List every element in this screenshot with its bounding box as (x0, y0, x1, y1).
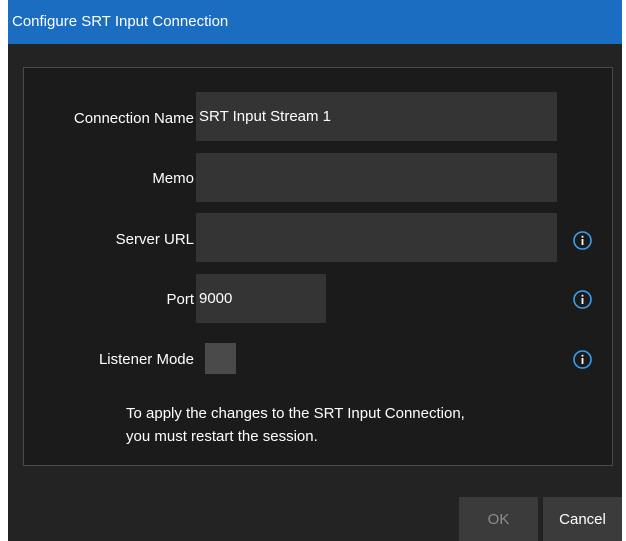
server-url-info-icon[interactable] (573, 231, 592, 250)
listener-mode-info-icon[interactable] (573, 350, 592, 369)
ok-button[interactable]: OK (459, 497, 538, 541)
connection-name-input[interactable] (196, 92, 557, 141)
restart-note: To apply the changes to the SRT Input Co… (126, 402, 566, 448)
cancel-button[interactable]: Cancel (543, 497, 622, 541)
configure-srt-dialog: Configure SRT Input Connection Connectio… (8, 0, 622, 541)
settings-panel: Connection Name Memo Server URL Port Lis… (23, 67, 613, 466)
restart-note-line1: To apply the changes to the SRT Input Co… (126, 405, 465, 422)
memo-label: Memo (152, 170, 194, 187)
restart-note-line2: you must restart the session. (126, 428, 318, 445)
dialog-title: Configure SRT Input Connection (8, 0, 622, 44)
server-url-input[interactable] (196, 213, 557, 262)
memo-input[interactable] (196, 153, 557, 202)
port-label: Port (166, 291, 194, 308)
listener-mode-label: Listener Mode (98, 351, 194, 368)
connection-name-label: Connection Name (73, 110, 194, 127)
server-url-label: Server URL (115, 231, 194, 248)
listener-mode-checkbox[interactable] (205, 343, 236, 374)
port-input[interactable] (196, 274, 326, 323)
port-info-icon[interactable] (573, 290, 592, 309)
